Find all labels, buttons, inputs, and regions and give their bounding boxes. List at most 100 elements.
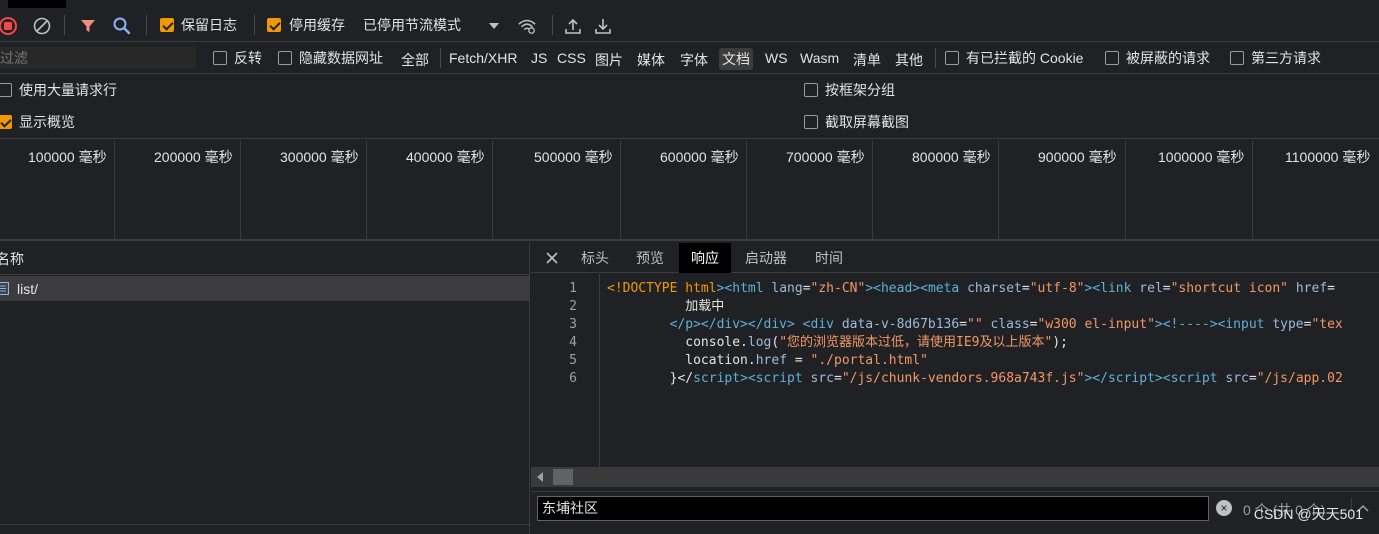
code-line-6: }</script><script src="/js/chunk-vendors… [607,371,1343,386]
filter-type-all[interactable]: 全部 [401,50,429,70]
third-party-label: 第三方请求 [1251,50,1321,66]
scrollbar-thumb[interactable] [553,469,573,485]
overview-timeline[interactable]: 100000 毫秒 200000 毫秒 300000 毫秒 400000 毫秒 … [0,140,1379,241]
invert-checkbox[interactable] [213,51,227,65]
disable-cache-checkbox[interactable] [267,18,281,32]
code-token: = [787,353,811,368]
throttling-select[interactable]: 已停用节流模式 [363,16,461,34]
timeline-gridline [620,140,621,239]
blocked-cookies-label: 有已拦截的 Cookie [966,50,1084,66]
filter-divider [440,48,441,68]
search-bar: 东埔社区 × 0 个 (共 0 个) [531,491,1379,525]
filter-type-wasm[interactable]: Wasm [800,50,839,66]
tab-initiator[interactable]: 启动器 [733,243,799,273]
filter-input[interactable] [0,47,196,69]
clear-icon[interactable] [32,16,52,36]
code-token: 加载中 [607,299,725,314]
filter-icon[interactable] [78,16,98,36]
group-by-frame-label: 按框架分组 [825,82,895,98]
hide-data-urls-checkbox[interactable] [278,51,292,65]
code-token: type [1272,317,1304,332]
filter-type-ws[interactable]: WS [765,50,788,66]
timeline-tick-label: 600000 毫秒 [660,149,739,165]
active-panel-tab[interactable] [8,0,66,8]
tab-preview[interactable]: 预览 [624,243,676,273]
chevron-down-icon[interactable] [484,16,504,36]
filter-type-js[interactable]: JS [531,50,547,66]
watermark: CSDN @天天501 [1253,506,1363,522]
request-list: 名称 list/ [0,243,530,534]
code-token: <!DOCTYPE [607,281,678,296]
timeline-tick-label: 400000 毫秒 [406,149,485,165]
response-code-viewer[interactable]: 1 2 3 4 5 6 <!DOCTYPE html><html lang="z… [531,274,1379,467]
network-conditions-icon[interactable] [517,16,537,36]
tab-response[interactable]: 响应 [679,243,731,273]
filter-divider [935,48,936,68]
code-token: html [677,281,717,296]
timeline-tick-label: 500000 毫秒 [534,149,613,165]
scroll-left-icon[interactable] [537,472,543,482]
code-token: href [755,353,788,368]
search-input[interactable]: 东埔社区 [537,496,1209,521]
clear-search-icon[interactable]: × [1216,500,1232,516]
search-icon[interactable] [112,16,132,36]
filter-type-manifest[interactable]: 清单 [853,50,881,70]
line-number: 3 [569,317,577,332]
code-token: ><link [1084,281,1140,296]
code-token: "shortcut icon" [1170,281,1289,296]
blocked-cookies-checkbox[interactable] [945,51,959,65]
blocked-requests-checkbox[interactable] [1105,51,1119,65]
timeline-tick-label: 900000 毫秒 [1038,149,1117,165]
filter-type-doc[interactable]: 文档 [719,48,753,70]
group-by-frame-checkbox[interactable] [804,83,818,97]
timeline-gridline [366,140,367,239]
request-list-header: 名称 [0,243,530,275]
code-token: src [810,371,834,386]
code-token: "" [967,317,983,332]
code-token: <div [794,317,842,332]
code-token: "w300 el-input" [1037,317,1155,332]
close-icon[interactable] [545,251,559,268]
horizontal-scrollbar[interactable] [531,467,1379,487]
code-token: ); [1052,335,1068,350]
big-rows-checkbox[interactable] [0,83,12,97]
timeline-tick-label: 200000 毫秒 [154,149,233,165]
code-token: lang [771,281,803,296]
timeline-tick-label: 1100000 毫秒 [1285,149,1371,165]
tab-headers[interactable]: 标头 [569,243,621,273]
table-row[interactable]: list/ [0,276,530,301]
code-line-1: <!DOCTYPE html><html lang="zh-CN"><head>… [607,281,1335,296]
import-har-icon[interactable] [563,16,583,36]
code-token: data-v-8d67b136 [841,317,960,332]
code-token: </p></div></div> [607,317,795,332]
third-party-checkbox[interactable] [1230,51,1244,65]
show-overview-checkbox[interactable] [0,115,12,129]
line-number: 2 [569,299,577,314]
stop-recording-icon[interactable] [0,16,18,36]
detail-tabs: 标头 预览 响应 启动器 时间 [531,243,1379,273]
timeline-gridline [746,140,747,239]
line-number: 6 [569,371,577,386]
timeline-gridline [1125,140,1126,239]
code-token: "/js/app.02 [1256,371,1343,386]
name-column-header[interactable]: 名称 [0,250,24,268]
capture-screenshots-checkbox[interactable] [804,115,818,129]
export-har-icon[interactable] [593,16,613,36]
tab-timing[interactable]: 时间 [803,243,855,273]
filter-type-fetch-xhr[interactable]: Fetch/XHR [449,50,517,66]
code-token: ><head><meta [865,281,968,296]
filter-type-img[interactable]: 图片 [595,50,623,70]
timeline-gridline [492,140,493,239]
code-token: script [755,371,811,386]
timeline-tick-label: 100000 毫秒 [28,149,107,165]
request-detail-pane: 标头 预览 响应 启动器 时间 1 2 3 4 5 6 <!DOCTYPE ht… [531,243,1379,534]
filter-type-other[interactable]: 其他 [895,50,923,70]
filter-type-font[interactable]: 字体 [680,50,708,70]
line-number: 5 [569,353,577,368]
hide-data-urls-label: 隐藏数据网址 [299,50,383,66]
filter-type-media[interactable]: 媒体 [637,50,665,70]
filter-type-css[interactable]: CSS [557,50,586,66]
preserve-log-checkbox[interactable] [160,18,174,32]
code-token: >< [1154,371,1171,386]
timeline-tick-label: 1000000 毫秒 [1158,149,1245,165]
